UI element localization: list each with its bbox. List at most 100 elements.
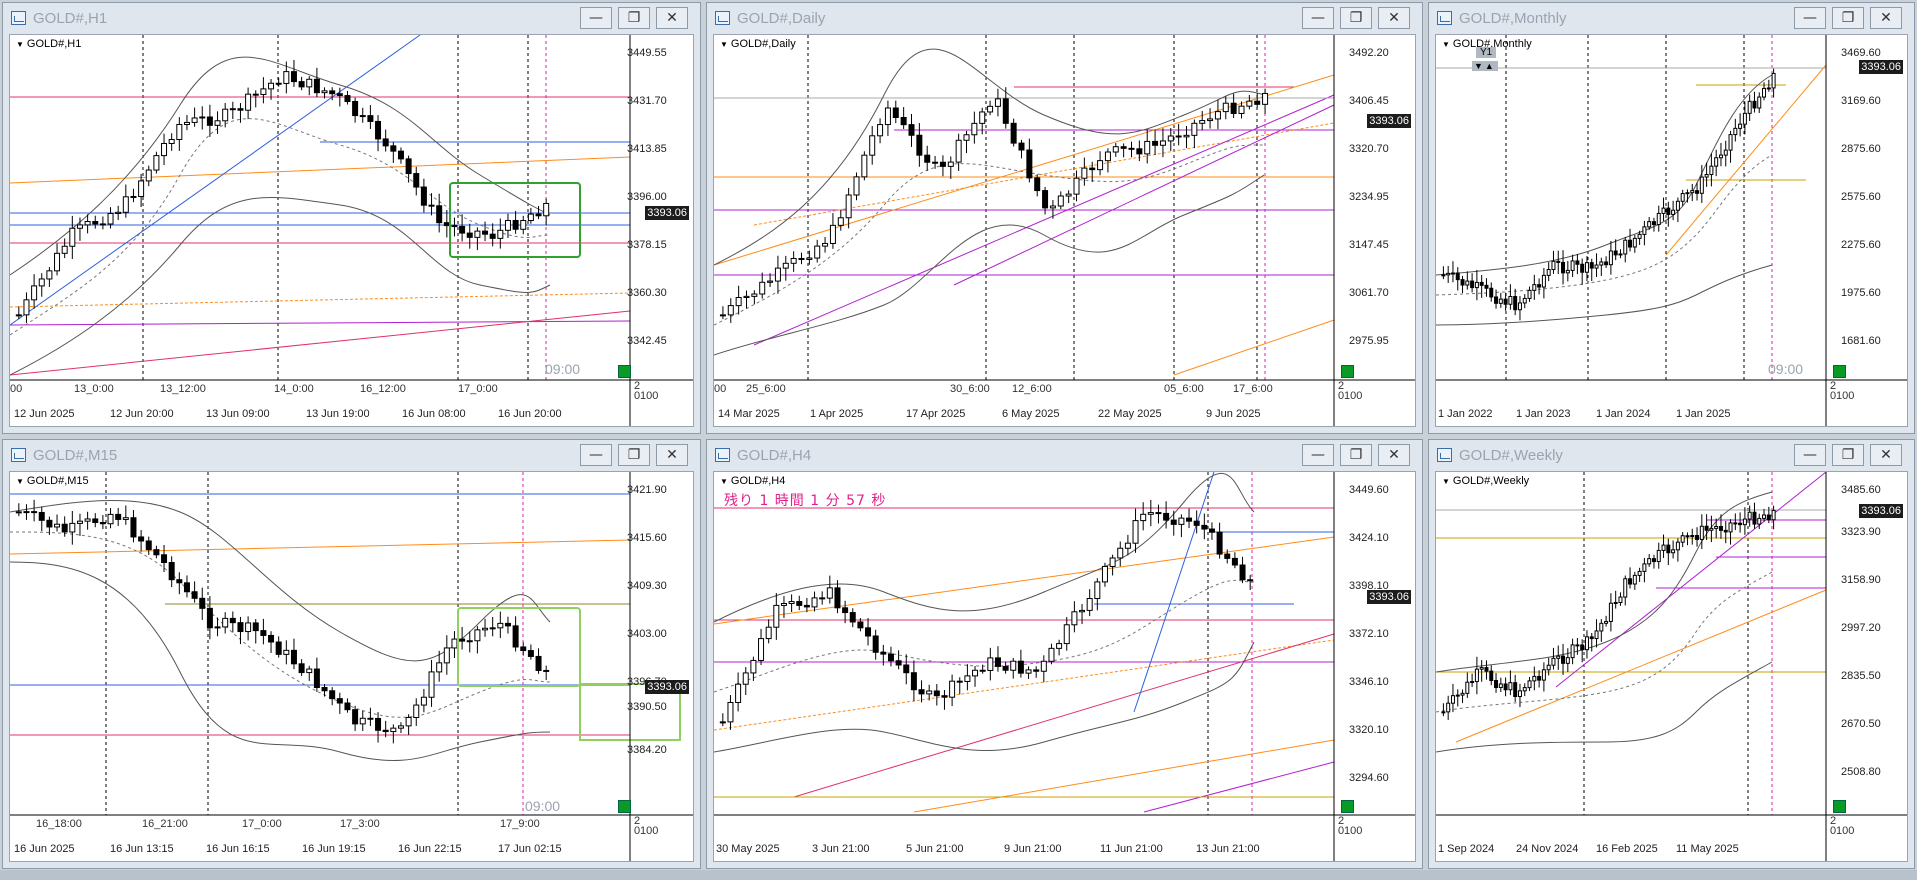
y-tick: 3158.90: [1841, 574, 1881, 586]
minimize-button[interactable]: —: [580, 444, 612, 466]
candle-body: [290, 71, 297, 83]
minimize-button[interactable]: —: [580, 7, 612, 29]
minimize-button[interactable]: —: [1794, 7, 1826, 29]
candle-body: [1063, 624, 1070, 645]
chart-area[interactable]: GOLD#,Monthly Y1 ▼▲ 3469.60 3169.60 2875…: [1435, 34, 1908, 427]
title-bar[interactable]: GOLD#,Daily — ❐ ✕: [707, 3, 1422, 33]
candle-body: [329, 690, 336, 700]
candle-body: [1594, 630, 1599, 640]
y-tick: 3378.15: [627, 239, 667, 251]
close-button[interactable]: ✕: [656, 444, 688, 466]
close-button[interactable]: ✕: [1870, 7, 1902, 29]
candle-body: [1109, 557, 1116, 567]
candle-body: [1508, 296, 1513, 305]
candle-body: [1766, 87, 1771, 90]
title-bar[interactable]: GOLD#,Monthly — ❐ ✕: [1429, 3, 1914, 33]
candle-body: [268, 634, 275, 643]
candle-body: [1709, 527, 1714, 531]
chart-window-h1[interactable]: GOLD#,H1 — ❐ ✕ GOLD: [2, 2, 701, 434]
chart-window-h4[interactable]: GOLD#,H4 — ❐ ✕ ▼ GOLD#,H4 残り 1 時間 1 分 57…: [706, 439, 1423, 869]
candle-body: [336, 93, 343, 97]
candle-body: [1010, 122, 1017, 144]
candle-body: [1656, 212, 1661, 226]
y-tick: 3424.10: [1349, 532, 1389, 544]
close-button[interactable]: ✕: [1378, 444, 1410, 466]
title-bar[interactable]: GOLD#,M15 — ❐ ✕: [3, 440, 700, 470]
candle-body: [1455, 694, 1460, 697]
minimize-button[interactable]: —: [1302, 444, 1334, 466]
candle-body: [1025, 669, 1032, 674]
window-title: GOLD#,Daily: [737, 10, 826, 27]
chart-window-icon: [11, 448, 26, 462]
candle-body: [436, 205, 443, 224]
candle-body: [99, 522, 106, 525]
candle-body: [405, 717, 412, 727]
candle-body: [979, 111, 986, 124]
x-tick: 9 Jun 21:00: [1004, 843, 1062, 855]
candle-body: [1049, 205, 1056, 209]
close-button[interactable]: ✕: [1378, 7, 1410, 29]
chart-symbol-label: GOLD#,H1: [16, 38, 81, 50]
candle-body: [1094, 581, 1101, 600]
candle-body: [229, 617, 236, 624]
restore-button[interactable]: ❐: [1340, 7, 1372, 29]
chart-tabs-bar[interactable]: [0, 870, 1917, 880]
chart-area[interactable]: GOLD#,Weekly 3485.60 3323.90 3158.90 299…: [1435, 471, 1908, 862]
chart-window-weekly[interactable]: GOLD#,Weekly — ❐ ✕ GOLD#,Weekly 3485: [1428, 439, 1915, 869]
candle-body: [987, 105, 994, 113]
close-button[interactable]: ✕: [656, 7, 688, 29]
title-bar[interactable]: GOLD#,H1 — ❐ ✕: [3, 3, 700, 33]
candle-body: [1537, 284, 1542, 288]
chart-area[interactable]: GOLD#,Daily 3492.20 3406.45 3320.70 3234…: [713, 34, 1416, 427]
title-bar[interactable]: GOLD#,H4 — ❐ ✕: [707, 440, 1422, 470]
candle-body: [987, 657, 994, 671]
candle-body: [1551, 657, 1556, 666]
candle-body: [1661, 544, 1666, 551]
candle-body: [138, 536, 145, 542]
restore-button[interactable]: ❐: [618, 444, 650, 466]
one-click-trade-icon[interactable]: [1341, 365, 1354, 378]
badge-arrows-icon[interactable]: ▼▲: [1472, 61, 1498, 71]
restore-button[interactable]: ❐: [1832, 7, 1864, 29]
candle-body: [520, 220, 527, 230]
candle-body: [1613, 602, 1618, 605]
badge-y1[interactable]: Y1: [1476, 47, 1497, 58]
candle-body: [397, 725, 404, 729]
candle-body: [1766, 514, 1771, 521]
one-click-trade-icon[interactable]: [618, 365, 631, 378]
y-tick: 3320.10: [1349, 724, 1389, 736]
candle-body: [252, 622, 259, 632]
candle-body: [1561, 655, 1566, 664]
restore-button[interactable]: ❐: [618, 7, 650, 29]
chart-window-daily[interactable]: GOLD#,Daily — ❐ ✕ G: [706, 2, 1423, 434]
one-click-trade-icon[interactable]: [1833, 800, 1846, 813]
minimize-button[interactable]: —: [1794, 444, 1826, 466]
candle-body: [926, 690, 933, 695]
chart-area[interactable]: GOLD#,H1 3449.55 3431.70 3413.85 3396.00…: [9, 34, 694, 427]
one-click-trade-icon[interactable]: [1341, 800, 1354, 813]
candle-body: [1551, 260, 1556, 271]
restore-button[interactable]: ❐: [1340, 444, 1372, 466]
candle-body: [892, 107, 899, 118]
candle-body: [758, 638, 765, 661]
candle-body: [949, 680, 956, 698]
chart-window-monthly[interactable]: GOLD#,Monthly — ❐ ✕ GOLD#,Monthly Y1 ▼▲ …: [1428, 2, 1915, 434]
candle-body: [443, 222, 450, 227]
minimize-button[interactable]: —: [1302, 7, 1334, 29]
y-tick: 3320.70: [1349, 143, 1389, 155]
one-click-trade-icon[interactable]: [618, 800, 631, 813]
candle-body: [76, 224, 83, 229]
one-click-trade-icon[interactable]: [1833, 365, 1846, 378]
candle-body: [1239, 564, 1246, 581]
y-tick: 2508.80: [1841, 766, 1881, 778]
chart-area[interactable]: GOLD#,M15 3421.90 3415.60 3409.30 3403.0…: [9, 471, 694, 862]
chart-window-m15[interactable]: GOLD#,M15 — ❐ ✕ GOLD#,M15 3421.90 3415.: [2, 439, 701, 869]
restore-button[interactable]: ❐: [1832, 444, 1864, 466]
chart-area[interactable]: GOLD#,H4 残り 1 時間 1 分 57 秒 3449.60 3424.1…: [713, 471, 1416, 862]
chart-window-icon: [11, 11, 26, 25]
close-button[interactable]: ✕: [1870, 444, 1902, 466]
title-bar[interactable]: GOLD#,Weekly — ❐ ✕: [1429, 440, 1914, 470]
candle-body: [1690, 535, 1695, 538]
candle-body: [290, 649, 297, 665]
candle-body: [1628, 578, 1633, 585]
